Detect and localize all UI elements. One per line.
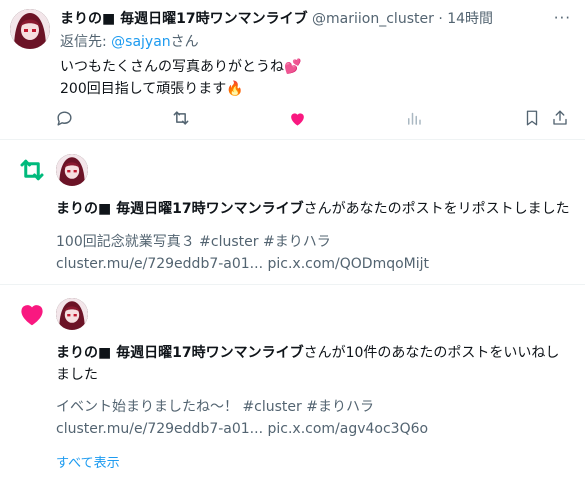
- actor-name[interactable]: まりの■ 毎週日曜17時ワンマンライブ: [56, 201, 304, 217]
- tweet-text: いつもたくさんの写真ありがとうね💕 200回目指して頑張ります🔥: [60, 56, 301, 100]
- tweet-actions: [52, 106, 572, 130]
- actor-avatar[interactable]: [56, 298, 88, 330]
- actor-avatar[interactable]: [56, 154, 88, 186]
- actor-name[interactable]: まりの■ 毎週日曜17時ワンマンライブ: [56, 345, 304, 361]
- post-preview-line: cluster.mu/e/729eddb7-a01... pic.x.com/Q…: [56, 256, 430, 272]
- notifications-timeline: まりの■ 毎週日曜17時ワンマンライブ @mariion_cluster · 1…: [0, 0, 585, 479]
- tweet-header: まりの■ 毎週日曜17時ワンマンライブ @mariion_cluster · 1…: [60, 9, 575, 29]
- notification-title: まりの■ 毎週日曜17時ワンマンライブさんが10件のあなたのポストをいいねしまし…: [56, 342, 566, 386]
- separator: ·: [438, 11, 443, 27]
- notification-post-preview[interactable]: 100回記念就業写真３ #cluster #まりハラ cluster.mu/e/…: [56, 231, 576, 275]
- replying-to: 返信先: @sajyanさん: [60, 33, 199, 51]
- bookmark-icon[interactable]: [520, 106, 544, 130]
- notification-repost[interactable]: まりの■ 毎週日曜17時ワンマンライブさんがあなたのポストをリポストしました 1…: [0, 140, 585, 284]
- author-name[interactable]: まりの■ 毎週日曜17時ワンマンライブ: [60, 11, 308, 27]
- share-icon[interactable]: [548, 106, 572, 130]
- tweet-time[interactable]: 14時間: [447, 11, 493, 27]
- author-avatar[interactable]: [10, 9, 50, 49]
- retweet-icon[interactable]: [169, 106, 193, 130]
- post-preview-line: 100回記念就業写真３ #cluster #まりハラ: [56, 234, 331, 250]
- tweet-text-line: 200回目指して頑張ります🔥: [60, 81, 244, 97]
- notification-title: まりの■ 毎週日曜17時ワンマンライブさんがあなたのポストをリポストしました: [56, 198, 576, 220]
- notification-post-preview[interactable]: イベント始まりましたね〜！ #cluster #まりハラ cluster.mu/…: [56, 396, 576, 440]
- post-preview-line: イベント始まりましたね〜！ #cluster #まりハラ: [56, 399, 374, 415]
- heart-icon: [16, 298, 48, 330]
- replying-to-handle[interactable]: @sajyan: [111, 34, 171, 50]
- tweet-text-line: いつもたくさんの写真ありがとうね💕: [60, 59, 302, 75]
- author-handle[interactable]: @mariion_cluster: [312, 11, 434, 27]
- replying-suffix: さん: [170, 34, 199, 50]
- reply-icon[interactable]: [52, 106, 76, 130]
- retweet-icon: [16, 154, 48, 186]
- views-icon[interactable]: [402, 106, 426, 130]
- like-icon[interactable]: [285, 106, 309, 130]
- replying-prefix: 返信先:: [60, 34, 112, 50]
- tweet[interactable]: まりの■ 毎週日曜17時ワンマンライブ @mariion_cluster · 1…: [0, 0, 585, 139]
- more-options-icon[interactable]: ···: [554, 9, 571, 27]
- post-preview-line: cluster.mu/e/729eddb7-a01... pic.x.com/a…: [56, 421, 429, 437]
- show-all-link[interactable]: すべて表示: [56, 452, 120, 471]
- notification-action-text: さんがあなたのポストをリポストしました: [303, 201, 570, 217]
- notification-like[interactable]: まりの■ 毎週日曜17時ワンマンライブさんが10件のあなたのポストをいいねしまし…: [0, 285, 585, 479]
